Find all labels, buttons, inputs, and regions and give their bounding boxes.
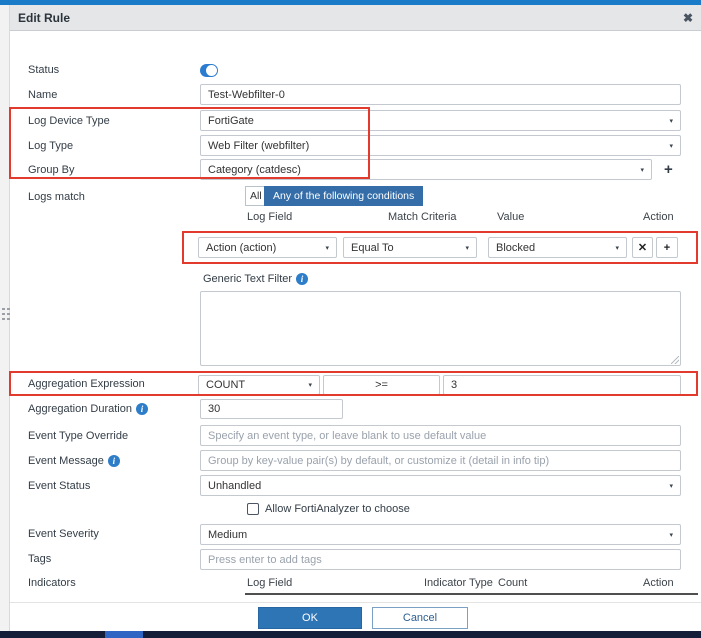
condition-match-criteria-select[interactable]: Equal To ▾ bbox=[343, 237, 477, 258]
close-icon[interactable]: ✖ bbox=[683, 12, 693, 24]
chevron-down-icon: ▾ bbox=[669, 531, 673, 539]
log-device-type-select[interactable]: FortiGate ▾ bbox=[200, 110, 681, 131]
aggregation-operator-value: >= bbox=[375, 379, 388, 391]
chevron-down-icon: ▾ bbox=[669, 482, 673, 490]
aggregation-function-value: COUNT bbox=[206, 379, 246, 391]
chevron-down-icon: ▾ bbox=[308, 382, 312, 389]
group-by-select[interactable]: Category (catdesc) ▾ bbox=[200, 159, 652, 180]
log-type-select[interactable]: Web Filter (webfilter) ▾ bbox=[200, 135, 681, 156]
group-by-label: Group By bbox=[28, 164, 75, 176]
log-type-value: Web Filter (webfilter) bbox=[208, 139, 310, 152]
tags-input[interactable] bbox=[200, 549, 681, 570]
name-input[interactable] bbox=[200, 84, 681, 105]
event-severity-select[interactable]: Medium ▾ bbox=[200, 524, 681, 545]
status-toggle[interactable] bbox=[200, 64, 218, 77]
condition-value-value: Blocked bbox=[496, 241, 536, 254]
indicators-header-action: Action bbox=[643, 577, 674, 589]
bottom-bar-segment bbox=[105, 631, 143, 638]
indicators-label: Indicators bbox=[28, 577, 76, 589]
conditions-header-action: Action bbox=[643, 211, 674, 223]
drag-grip-icon[interactable] bbox=[2, 308, 10, 320]
aggregation-duration-label: Aggregation Duration i bbox=[28, 403, 148, 415]
logs-match-label: Logs match bbox=[28, 191, 85, 203]
aggregation-value-input[interactable] bbox=[443, 375, 681, 395]
condition-add-button[interactable]: + bbox=[656, 237, 678, 258]
indicators-divider bbox=[245, 593, 698, 595]
indicators-header-indicator-type: Indicator Type bbox=[424, 577, 493, 589]
generic-text-filter-label: Generic Text Filter i bbox=[203, 273, 309, 285]
chevron-down-icon: ▾ bbox=[669, 117, 673, 125]
logs-match-any-label: Any of the following conditions bbox=[273, 190, 415, 202]
resize-handle-icon[interactable] bbox=[671, 356, 679, 364]
event-message-input[interactable] bbox=[200, 450, 681, 471]
add-group-by-button[interactable]: + bbox=[664, 162, 673, 177]
logs-match-any-button[interactable]: Any of the following conditions bbox=[264, 186, 424, 206]
event-status-select[interactable]: Unhandled ▾ bbox=[200, 475, 681, 496]
allow-choose-checkbox[interactable] bbox=[247, 503, 259, 515]
chevron-down-icon: ▾ bbox=[325, 244, 329, 252]
event-type-override-input[interactable] bbox=[200, 425, 681, 446]
chevron-down-icon: ▾ bbox=[669, 142, 673, 150]
condition-log-field-value: Action (action) bbox=[206, 241, 277, 254]
event-message-label: Event Message i bbox=[28, 455, 120, 467]
group-by-value: Category (catdesc) bbox=[208, 163, 301, 176]
aggregation-duration-input[interactable] bbox=[200, 399, 343, 419]
aggregation-function-select[interactable]: COUNT ▾ bbox=[198, 375, 320, 395]
cancel-button[interactable]: Cancel bbox=[372, 607, 468, 629]
conditions-header-value: Value bbox=[497, 211, 525, 223]
event-status-label: Event Status bbox=[28, 480, 91, 492]
dialog-header: Edit Rule ✖ bbox=[10, 5, 701, 31]
indicators-header-count: Count bbox=[498, 577, 528, 589]
log-device-type-label: Log Device Type bbox=[28, 115, 110, 127]
log-type-label: Log Type bbox=[28, 140, 74, 152]
event-severity-label: Event Severity bbox=[28, 528, 99, 540]
allow-choose-label: Allow FortiAnalyzer to choose bbox=[265, 503, 410, 515]
chevron-down-icon: ▾ bbox=[615, 244, 619, 252]
condition-log-field-select[interactable]: Action (action) ▾ bbox=[198, 237, 337, 258]
indicators-header-log-field: Log Field bbox=[247, 577, 293, 589]
info-icon[interactable]: i bbox=[296, 273, 309, 285]
condition-remove-button[interactable]: ✕ bbox=[632, 237, 653, 258]
event-severity-value: Medium bbox=[208, 528, 248, 541]
info-icon[interactable]: i bbox=[135, 403, 148, 415]
toggle-knob bbox=[206, 65, 217, 76]
aggregation-expression-label: Aggregation Expression bbox=[28, 378, 145, 390]
conditions-header-match-criteria: Match Criteria bbox=[388, 211, 457, 223]
name-label: Name bbox=[28, 89, 58, 101]
generic-text-filter-textarea[interactable] bbox=[200, 291, 681, 366]
conditions-header-log-field: Log Field bbox=[247, 211, 293, 223]
chevron-down-icon: ▾ bbox=[640, 166, 644, 174]
generic-text-filter-label-text: Generic Text Filter bbox=[203, 273, 293, 285]
log-device-type-value: FortiGate bbox=[208, 114, 254, 127]
dialog-title: Edit Rule bbox=[18, 10, 71, 25]
tags-label: Tags bbox=[28, 553, 52, 565]
aggregation-operator-box[interactable]: >= bbox=[323, 375, 440, 395]
event-type-override-label: Event Type Override bbox=[28, 430, 129, 442]
event-status-value: Unhandled bbox=[208, 479, 262, 492]
footer-divider bbox=[10, 602, 701, 603]
status-label: Status bbox=[28, 64, 60, 76]
condition-value-select[interactable]: Blocked ▾ bbox=[488, 237, 627, 258]
logs-match-all-label: All bbox=[250, 190, 262, 202]
info-icon[interactable]: i bbox=[107, 455, 120, 467]
chevron-down-icon: ▾ bbox=[465, 244, 469, 252]
ok-button[interactable]: OK bbox=[258, 607, 362, 629]
aggregation-duration-label-text: Aggregation Duration bbox=[28, 403, 132, 415]
event-message-label-text: Event Message bbox=[28, 455, 104, 467]
condition-match-criteria-value: Equal To bbox=[351, 241, 394, 254]
